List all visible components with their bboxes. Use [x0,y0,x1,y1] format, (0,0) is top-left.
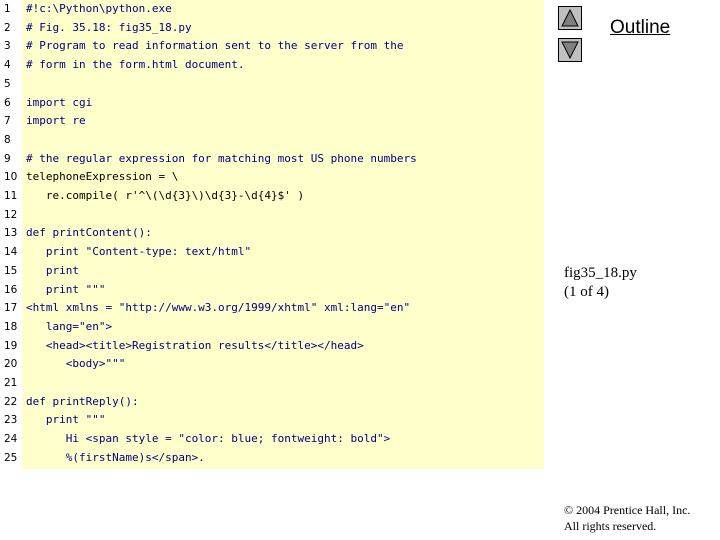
outline-link[interactable]: Outline [610,17,670,39]
line-number: 16 [4,283,18,296]
line-number: 6 [4,96,11,109]
code-text: #!c:\Python\python.exe [26,2,172,15]
code-text: # the regular expression for matching mo… [26,151,417,165]
code-line: 11 re.compile( r'^\(\d{3}\)\d{3}-\d{4}$'… [0,187,544,206]
code-text: telephoneExpression = \ [26,170,179,184]
code-line: 24 Hi <span style = "color: blue; fontwe… [0,430,544,449]
code-line: 5 [0,75,544,94]
code-line: 17 <html xmlns = "http://www.w3.org/1999/… [0,299,544,318]
line-number: 3 [4,40,11,53]
code-text: # form in the form.html document. [26,58,245,72]
line-number: 23 [4,414,18,427]
code-text: # Fig. 35.18: fig35_18.py [26,20,192,34]
line-number: 10 [4,171,18,184]
code-line: 14 print "Content-type: text/html" [0,243,544,262]
rights-line: All rights reserved. [564,519,657,533]
code-text: print """ [26,282,106,296]
line-number: 8 [4,133,11,146]
line-number: 11 [4,190,18,202]
code-text: import re [26,114,86,128]
code-text: # Program to read information sent to th… [26,39,404,53]
line-number: 24 [4,433,18,446]
code-line: 8 [0,131,544,150]
line-number: 12 [4,208,18,221]
code-line: 4 # form in the form.html document. [0,56,544,75]
code-line: 2 # Fig. 35.18: fig35_18.py [0,19,544,38]
code-line: 25 %(firstName)s</span>. [0,449,544,468]
file-name-label: fig35_18.py [564,265,637,281]
code-line: 6 import cgi [0,94,544,113]
line-number: 1 [4,3,11,15]
code-text: Hi <span style = "color: blue; fontweigh… [26,432,391,446]
triangle-up-icon [561,9,579,27]
code-text: import cgi [26,95,93,109]
code-line: 1 #!c:\Python\python.exe [0,0,544,19]
line-number: 4 [4,59,11,72]
code-text: <body>""" [26,357,126,371]
code-line: 23 print """ [0,411,544,430]
code-line: 13 def printContent(): [0,224,544,243]
code-line: 16 print """ [0,281,544,300]
line-number: 7 [4,115,11,128]
code-line: 9 # the regular expression for matching m… [0,150,544,169]
code-text: print "Content-type: text/html" [26,245,252,259]
code-text: %(firstName)s</span>. [26,450,205,464]
line-number: 2 [4,21,11,34]
copyright-notice: © 2004 Prentice Hall, Inc. All rights re… [564,502,690,534]
slide-caption: fig35_18.py (1 of 4) [564,264,637,302]
copyright-line: © 2004 Prentice Hall, Inc. [564,503,691,517]
slide-navigation [558,6,584,62]
line-number: 9 [4,152,11,165]
code-text: re.compile( r'^\(\d{3}\)\d{3}-\d{4}$' ) [26,189,305,202]
triangle-down-icon [561,41,579,59]
code-line: 22 def printReply(): [0,393,544,412]
code-line: 7 import re [0,112,544,131]
code-line: 10 telephoneExpression = \ [0,168,544,187]
code-text: def printReply(): [26,394,139,408]
code-text: print [26,263,79,277]
line-number: 14 [4,246,18,259]
code-text: lang="en"> [26,319,113,333]
code-line: 15 print [0,262,544,281]
code-line: 20 <body>""" [0,355,544,374]
code-text: <head><title>Registration results</title… [26,338,364,352]
code-line: 12 [0,206,544,225]
line-number: 18 [4,320,18,333]
line-number: 19 [4,339,18,352]
code-line: 3 # Program to read information sent to t… [0,37,544,56]
code-text: print """ [26,413,106,427]
code-line: 19 <head><title>Registration results</ti… [0,337,544,356]
code-line: 21 [0,374,544,393]
line-number: 15 [4,264,18,277]
code-text: <html xmlns = "http://www.w3.org/1999/xh… [26,301,411,315]
code-text: def printContent(): [26,226,152,240]
next-slide-button[interactable] [558,38,582,62]
code-line: 18 lang="en"> [0,318,544,337]
line-number: 21 [4,377,18,389]
line-number: 5 [4,77,11,90]
page-indicator: (1 of 4) [564,284,609,300]
line-number: 22 [4,395,18,408]
line-number: 25 [4,451,18,464]
line-number: 20 [4,358,18,371]
line-number: 13 [4,227,18,240]
previous-slide-button[interactable] [558,6,582,30]
line-number: 17 [4,302,18,315]
